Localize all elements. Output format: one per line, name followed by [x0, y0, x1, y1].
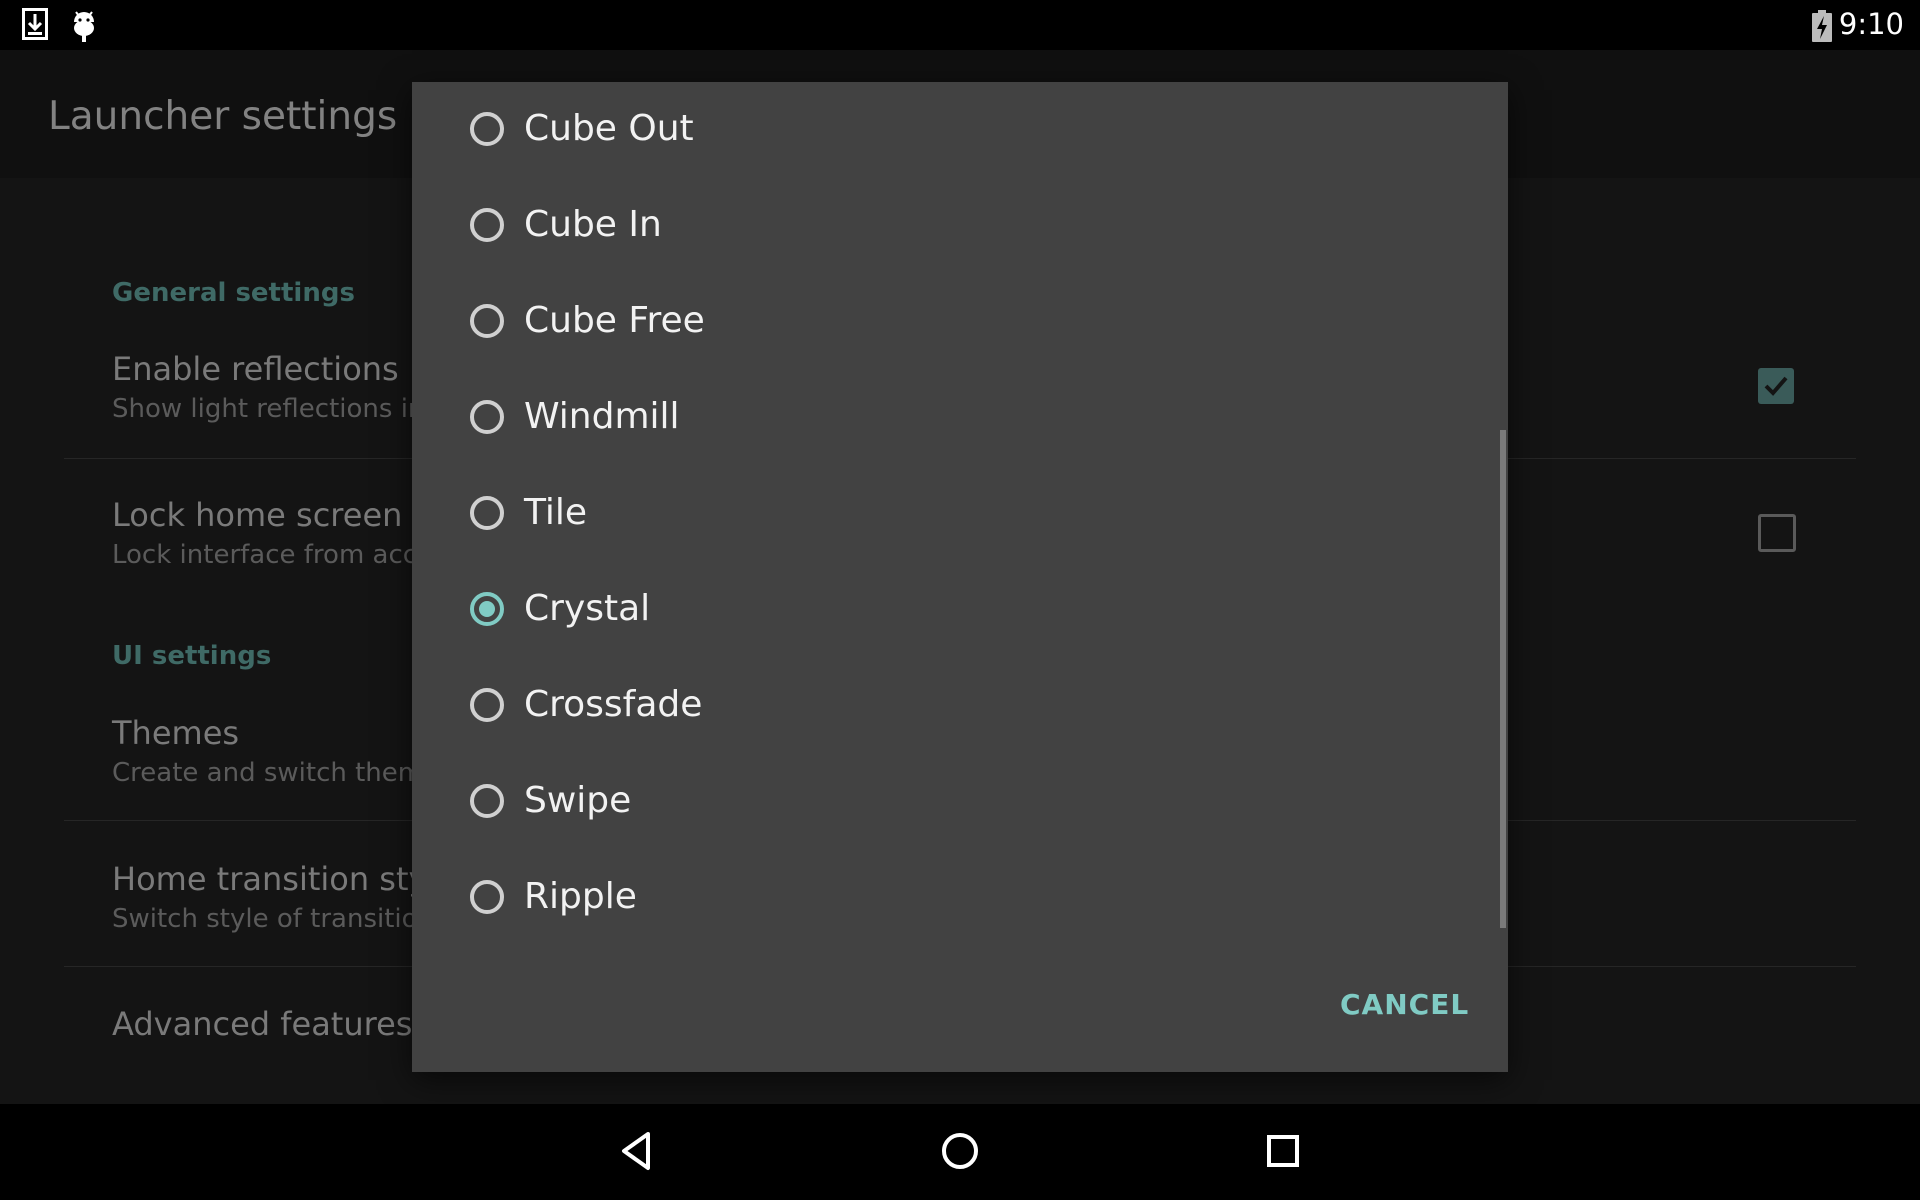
option-cube-out[interactable]: Cube Out [458, 92, 1358, 172]
option-windmill[interactable]: Windmill [458, 380, 1358, 460]
home-icon[interactable] [937, 1128, 983, 1178]
transition-style-dialog: Cube Out Cube In Cube Free Windmill Tile… [412, 82, 1508, 1072]
radio-button[interactable] [470, 400, 504, 434]
radio-button[interactable] [470, 304, 504, 338]
battery-charging-icon [1812, 10, 1832, 46]
radio-button[interactable] [470, 688, 504, 722]
pref-summary-enable-reflections: Show light reflections in [112, 394, 425, 424]
radio-button[interactable] [470, 112, 504, 146]
radio-button[interactable] [470, 208, 504, 242]
section-header-general: General settings [112, 278, 355, 308]
option-label: Windmill [524, 396, 680, 437]
pref-title-lock-home-screen[interactable]: Lock home screen [112, 496, 402, 534]
pref-title-enable-reflections[interactable]: Enable reflections [112, 350, 399, 388]
option-label: Ripple [524, 876, 637, 917]
option-cube-in[interactable]: Cube In [458, 188, 1358, 268]
option-label: Cube Out [524, 108, 694, 149]
download-icon [22, 8, 48, 44]
pref-title-themes[interactable]: Themes [112, 714, 239, 752]
pref-summary-home-transition-style: Switch style of transition [112, 904, 435, 934]
cancel-button[interactable]: CANCEL [1340, 988, 1469, 1021]
navigation-bar [0, 1104, 1920, 1200]
option-label: Crystal [524, 588, 651, 629]
radio-button[interactable] [470, 784, 504, 818]
radio-button-selected[interactable] [470, 592, 504, 626]
radio-button[interactable] [470, 496, 504, 530]
lock-home-screen-checkbox[interactable] [1758, 514, 1796, 552]
option-label: Swipe [524, 780, 632, 821]
android-debug-icon [70, 8, 98, 46]
page-title: Launcher settings [48, 94, 398, 139]
option-cube-free[interactable]: Cube Free [458, 284, 1358, 364]
back-icon[interactable] [614, 1128, 660, 1178]
pref-title-advanced-features[interactable]: Advanced features [112, 1005, 412, 1043]
radio-button[interactable] [470, 880, 504, 914]
option-label: Tile [524, 492, 588, 533]
pref-title-home-transition-style[interactable]: Home transition style [112, 860, 456, 898]
clock: 9:10 [1838, 7, 1904, 41]
section-header-ui: UI settings [112, 641, 272, 671]
pref-summary-lock-home-screen: Lock interface from acci [112, 540, 425, 570]
option-tile[interactable]: Tile [458, 476, 1358, 556]
option-crystal[interactable]: Crystal [458, 572, 1358, 652]
enable-reflections-checkbox[interactable] [1758, 368, 1794, 404]
option-label: Cube Free [524, 300, 705, 341]
option-swipe[interactable]: Swipe [458, 764, 1358, 844]
dialog-scrollbar[interactable] [1500, 430, 1506, 928]
pref-summary-themes: Create and switch theme [112, 758, 440, 788]
option-label: Crossfade [524, 684, 703, 725]
option-crossfade[interactable]: Crossfade [458, 668, 1358, 748]
option-ripple[interactable]: Ripple [458, 860, 1358, 940]
option-label: Cube In [524, 204, 662, 245]
recents-icon[interactable] [1260, 1128, 1306, 1178]
status-bar: 9:10 [0, 0, 1920, 50]
